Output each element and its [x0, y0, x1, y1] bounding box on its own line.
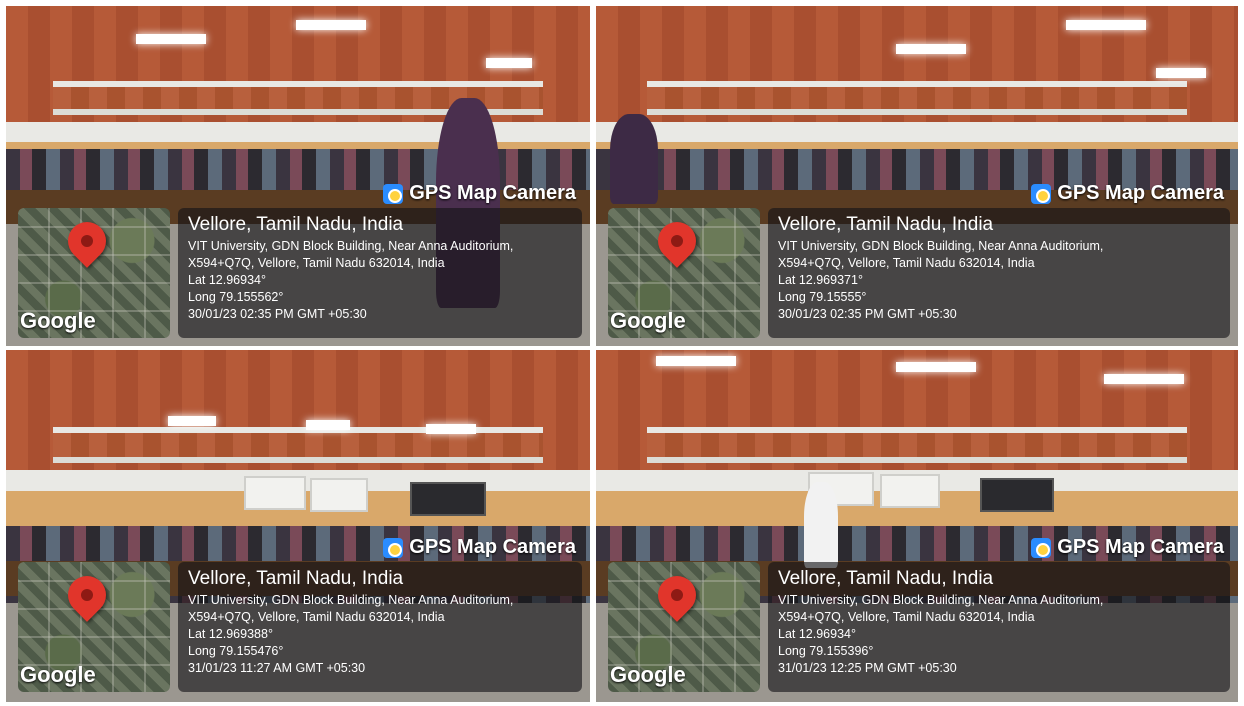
ceiling-light — [426, 424, 476, 434]
gps-brand-label: GPS Map Camera — [409, 536, 576, 558]
location-info: Vellore, Tamil Nadu, India VIT Universit… — [178, 208, 582, 338]
photo-collage: GPS Map Camera Google Vellore, Tamil Nad… — [6, 6, 1238, 702]
ceiling-recess — [647, 80, 1187, 115]
address-line-2: X594+Q7Q, Vellore, Tamil Nadu 632014, In… — [188, 256, 445, 270]
location-info: Vellore, Tamil Nadu, India VIT Universit… — [768, 208, 1230, 338]
latitude: Lat 12.96934° — [778, 627, 856, 641]
timestamp: 31/01/23 11:27 AM GMT +05:30 — [188, 661, 366, 675]
gps-overlay: GPS Map Camera Google Vellore, Tamil Nad… — [18, 536, 582, 694]
map-thumbnail: Google — [18, 562, 170, 692]
location-info: Vellore, Tamil Nadu, India VIT Universit… — [768, 562, 1230, 692]
gps-brand: GPS Map Camera — [1031, 536, 1224, 559]
address-line-1: VIT University, GDN Block Building, Near… — [188, 239, 514, 253]
address-line-2: X594+Q7Q, Vellore, Tamil Nadu 632014, In… — [778, 610, 1035, 624]
gps-overlay: GPS Map Camera Google Vellore, Tamil Nad… — [608, 182, 1230, 338]
map-thumbnail: Google — [18, 208, 170, 338]
ceiling-light — [296, 20, 366, 30]
map-thumbnail: Google — [608, 562, 760, 692]
ceiling-light — [896, 44, 966, 54]
address-line-1: VIT University, GDN Block Building, Near… — [778, 239, 1104, 253]
latitude: Lat 12.969371° — [778, 273, 863, 287]
timestamp: 30/01/23 02:35 PM GMT +05:30 — [778, 307, 957, 321]
soffit — [6, 121, 590, 142]
map-logo: Google — [610, 308, 686, 333]
projection-screen — [310, 478, 368, 512]
projection-screen — [880, 474, 940, 508]
ceiling-light — [168, 416, 216, 426]
gps-brand-label: GPS Map Camera — [1057, 536, 1224, 558]
longitude: Long 79.15555° — [778, 290, 867, 304]
longitude: Long 79.155476° — [188, 644, 284, 658]
address-line-2: X594+Q7Q, Vellore, Tamil Nadu 632014, In… — [778, 256, 1035, 270]
location-city: Vellore, Tamil Nadu, India — [188, 214, 404, 235]
address-line-1: VIT University, GDN Block Building, Near… — [188, 593, 514, 607]
map-logo: Google — [610, 662, 686, 687]
camera-app-icon — [1031, 537, 1052, 558]
photo-panel-4: GPS Map Camera Google Vellore, Tamil Nad… — [596, 350, 1238, 702]
gps-brand-label: GPS Map Camera — [409, 182, 576, 204]
ceiling-light — [1066, 20, 1146, 30]
location-city: Vellore, Tamil Nadu, India — [778, 568, 994, 589]
ceiling-light — [306, 420, 350, 430]
ceiling-light — [896, 362, 976, 372]
timestamp: 31/01/23 12:25 PM GMT +05:30 — [778, 661, 957, 675]
ceiling-light — [1156, 68, 1206, 78]
map-logo: Google — [20, 662, 96, 687]
gps-brand: GPS Map Camera — [383, 536, 576, 559]
longitude: Long 79.155562° — [188, 290, 284, 304]
soffit — [596, 121, 1238, 142]
photo-panel-2: GPS Map Camera Google Vellore, Tamil Nad… — [596, 6, 1238, 346]
photo-panel-3: GPS Map Camera Google Vellore, Tamil Nad… — [6, 350, 590, 702]
gps-brand: GPS Map Camera — [1031, 182, 1224, 205]
photo-panel-1: GPS Map Camera Google Vellore, Tamil Nad… — [6, 6, 590, 346]
ceiling-light — [136, 34, 206, 44]
address-line-2: X594+Q7Q, Vellore, Tamil Nadu 632014, In… — [188, 610, 445, 624]
display-screen — [980, 478, 1054, 512]
map-logo: Google — [20, 308, 96, 333]
location-info: Vellore, Tamil Nadu, India VIT Universit… — [178, 562, 582, 692]
gps-overlay: GPS Map Camera Google Vellore, Tamil Nad… — [18, 182, 582, 338]
ceiling-light — [1104, 374, 1184, 384]
location-city: Vellore, Tamil Nadu, India — [188, 568, 404, 589]
location-city: Vellore, Tamil Nadu, India — [778, 214, 994, 235]
longitude: Long 79.155396° — [778, 644, 874, 658]
timestamp: 30/01/23 02:35 PM GMT +05:30 — [188, 307, 367, 321]
map-thumbnail: Google — [608, 208, 760, 338]
ceiling-light — [486, 58, 532, 68]
whiteboard — [244, 476, 306, 510]
display-screen — [410, 482, 486, 516]
camera-app-icon — [1031, 183, 1052, 204]
camera-app-icon — [383, 537, 404, 558]
address-line-1: VIT University, GDN Block Building, Near… — [778, 593, 1104, 607]
latitude: Lat 12.969388° — [188, 627, 273, 641]
camera-app-icon — [383, 183, 404, 204]
ceiling-light — [656, 356, 736, 366]
ceiling-recess — [647, 427, 1187, 463]
latitude: Lat 12.96934° — [188, 273, 266, 287]
gps-brand: GPS Map Camera — [383, 182, 576, 205]
gps-overlay: GPS Map Camera Google Vellore, Tamil Nad… — [608, 536, 1230, 694]
gps-brand-label: GPS Map Camera — [1057, 182, 1224, 204]
